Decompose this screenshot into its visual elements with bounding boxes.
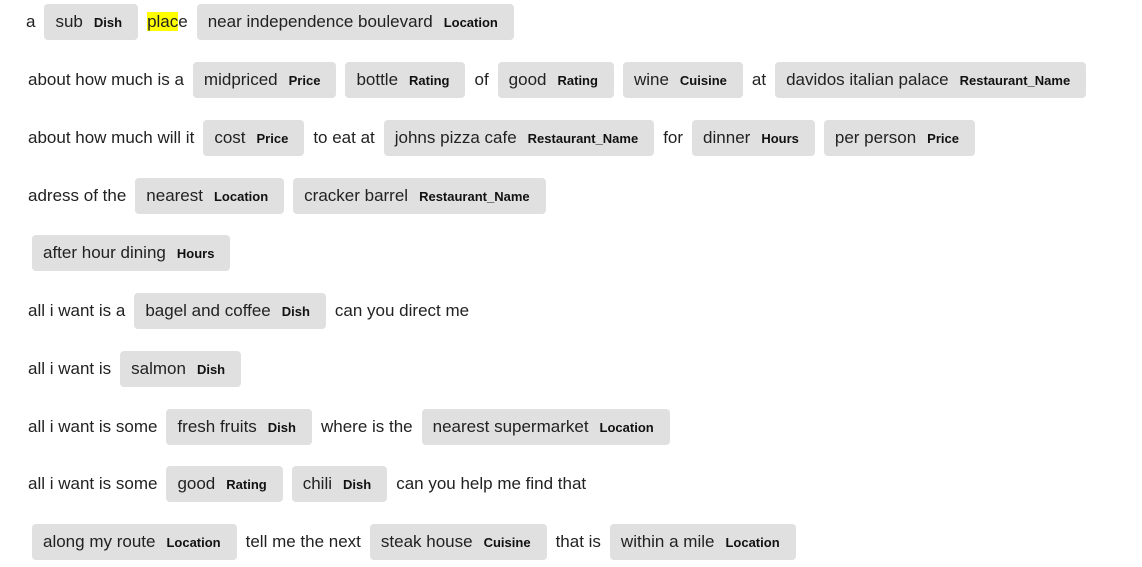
entity-label: Dish [267,419,296,435]
sentence-row: all i want is a bagel and coffee Dish can y… [28,293,469,329]
plain-text[interactable]: all i want is some [28,417,157,437]
sentence-row: adress of the nearest Location cracker barr… [28,178,546,214]
entity-text: cost [214,128,246,147]
plain-text[interactable]: all i want is some [28,474,157,494]
sentence-row: all i want is salmon Dish [28,351,242,387]
plain-text[interactable]: that is [556,532,601,552]
entity-chip[interactable]: after hour dining Hours [32,235,231,271]
entity-label: Location [443,14,498,30]
entity-text: sub [55,12,83,31]
entity-chip[interactable]: nearest Location [135,178,285,214]
entity-text: johns pizza cafe [394,128,517,147]
plain-text[interactable]: for [663,128,683,148]
sentence-row: after hour dining Hours [32,235,231,271]
entity-chip[interactable]: cost Price [203,120,305,156]
entity-text: bagel and coffee [145,301,271,320]
plain-text[interactable]: about how much will it [28,128,194,148]
sentence-row: about how much is a midpriced Price bottle R… [28,62,1087,98]
entity-chip[interactable]: wine Cuisine [622,62,743,98]
entity-label: Location [599,419,654,435]
entity-text: within a mile [620,532,715,551]
entity-chip[interactable]: johns pizza cafe Restaurant_Name [383,120,655,156]
entity-label: Location [213,188,269,204]
entity-text: dinner [703,128,751,147]
entity-label: Restaurant_Name [527,130,639,146]
plain-text[interactable]: can you direct me [335,301,469,321]
entity-chip[interactable]: good Rating [166,466,283,502]
entity-text: after hour dining [43,243,166,262]
sentence-row: a sub Dish place near independence boulevard… [26,4,514,40]
plain-text[interactable]: tell me the next [246,532,361,552]
sentence-row: all i want is some good Rating chili Dish can… [28,466,586,502]
token-rest: e [178,12,188,31]
entity-chip[interactable]: near independence boulevard Location [196,4,514,40]
entity-label: Restaurant_Name [419,188,530,204]
plain-text[interactable]: to eat at [313,128,374,148]
entity-text: cracker barrel [304,186,409,205]
entity-label: Price [256,130,289,146]
entity-label: Dish [93,14,123,30]
sentence-row: all i want is some fresh fruits Dish where … [28,409,670,445]
entity-text: fresh fruits [177,417,257,436]
entity-text: good [177,474,216,493]
plain-text[interactable]: a [26,12,35,32]
entity-label: Restaurant_Name [959,72,1071,88]
entity-text: chili [302,474,333,493]
entity-chip[interactable]: per person Price [823,120,975,156]
entity-text: nearest supermarket [432,417,589,436]
entity-label: Rating [557,72,598,88]
entity-chip[interactable]: sub Dish [44,4,139,40]
entity-label: Dish [196,361,226,377]
entity-label: Hours [761,130,799,146]
entity-text: per person [834,128,917,147]
entity-label: Cuisine [679,72,727,88]
plain-text[interactable]: all i want is [28,359,111,379]
entity-label: Rating [409,72,450,88]
entity-label: Dish [281,303,310,319]
entity-label: Cuisine [483,534,531,550]
entity-text: midpriced [203,70,278,89]
entity-text: davidos italian palace [786,70,949,89]
plain-text[interactable]: where is the [321,417,413,437]
entity-text: along my route [43,532,156,551]
entity-chip[interactable]: steak house Cuisine [369,524,547,560]
entity-label: Price [927,130,959,146]
entity-label: Location [166,534,221,550]
entity-text: nearest [146,186,203,205]
selection-highlight: plac [147,12,179,31]
entity-text: wine [633,70,669,89]
entity-chip[interactable]: within a mile Location [609,524,796,560]
entity-label: Location [725,534,780,550]
entity-chip[interactable]: midpriced Price [192,62,337,98]
entity-text: good [508,70,547,89]
highlighted-token[interactable]: place [147,12,188,32]
entity-text: near independence boulevard [207,12,433,31]
entity-label: Hours [176,245,215,261]
entity-chip[interactable]: along my route Location [32,524,237,560]
entity-chip[interactable]: good Rating [497,62,614,98]
entity-chip[interactable]: dinner Hours [692,120,815,156]
entity-text: salmon [131,359,186,378]
sentence-row: about how much will it cost Price to eat at… [28,120,975,156]
plain-text[interactable]: can you help me find that [396,474,586,494]
entity-chip[interactable]: chili Dish [291,466,388,502]
entity-chip[interactable]: fresh fruits Dish [166,409,312,445]
entity-chip[interactable]: salmon Dish [120,351,242,387]
entity-chip[interactable]: nearest supermarket Location [421,409,670,445]
entity-chip[interactable]: cracker barrel Restaurant_Name [293,178,546,214]
entity-label: Rating [226,476,267,492]
entity-text: steak house [380,532,473,551]
plain-text[interactable]: all i want is a [28,301,125,321]
plain-text[interactable]: about how much is a [28,70,184,90]
entity-text: bottle [356,70,399,89]
plain-text[interactable]: adress of the [28,186,126,206]
plain-text[interactable]: of [474,70,488,90]
entity-chip[interactable]: bagel and coffee Dish [134,293,326,329]
sentence-row: along my route Location tell me the next st… [32,524,796,560]
entity-label: Price [288,72,321,88]
entity-chip[interactable]: bottle Rating [345,62,466,98]
plain-text[interactable]: at [752,70,766,90]
entity-label: Dish [343,476,372,492]
entity-chip[interactable]: davidos italian palace Restaurant_Name [775,62,1087,98]
